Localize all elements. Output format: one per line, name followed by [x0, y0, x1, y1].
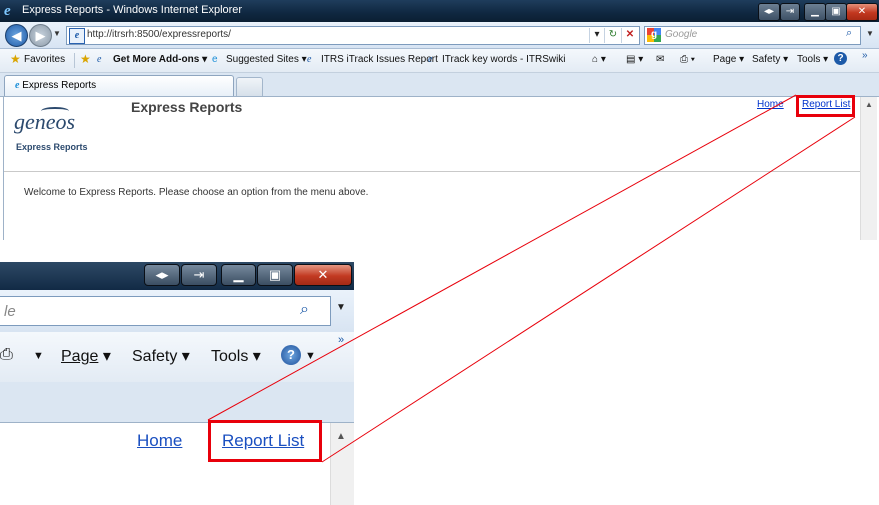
callout-lines — [207, 94, 856, 463]
callout-line-top — [207, 94, 797, 421]
callout-line-bottom — [321, 116, 856, 463]
